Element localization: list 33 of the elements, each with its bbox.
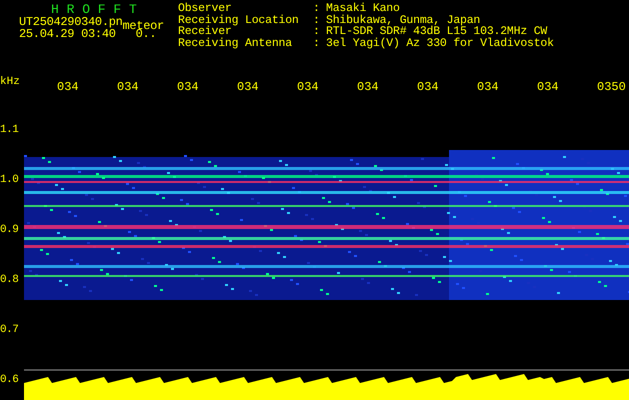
info-label: Receiving Location bbox=[178, 14, 300, 26]
time-label: 034 bbox=[57, 80, 79, 94]
date-time: 25.04.29 03:40 bbox=[19, 28, 116, 40]
counter-text: 0.. bbox=[136, 28, 156, 40]
time-label: 034 bbox=[537, 80, 559, 94]
time-label: 034 bbox=[357, 80, 379, 94]
separator-colon: : bbox=[313, 26, 321, 38]
info-label: Observer bbox=[178, 3, 232, 14]
info-value: Masaki Kano bbox=[326, 3, 401, 14]
time-label: 034 bbox=[417, 80, 439, 94]
time-label: 034 bbox=[177, 80, 199, 94]
frequency-label: 1.0 bbox=[0, 174, 18, 186]
frequency-label: 0.6 bbox=[0, 374, 18, 386]
time-label: 0350 bbox=[597, 80, 626, 94]
time-label: 034 bbox=[237, 80, 259, 94]
info-label: Receiving Antenna bbox=[178, 38, 293, 49]
file-name: UT2504290340.pn bbox=[19, 16, 123, 28]
unit-label: kHz bbox=[0, 76, 20, 88]
info-value: 3el Yagi(V) Az 330 for Vladivostok bbox=[326, 38, 554, 49]
separator-colon: : bbox=[313, 14, 321, 26]
info-value: Shibukawa, Gunma, Japan bbox=[326, 14, 480, 26]
app-title: H R O F F T bbox=[50, 3, 138, 16]
separator-colon: : bbox=[313, 38, 321, 49]
separator-colon: : bbox=[313, 3, 321, 14]
frequency-label: 0.7 bbox=[0, 324, 18, 336]
time-label: 034 bbox=[297, 80, 319, 94]
time-label: 034 bbox=[477, 80, 499, 94]
frequency-label: 1.1 bbox=[0, 124, 18, 136]
info-label: Receiver bbox=[178, 26, 232, 38]
time-label: 034 bbox=[117, 80, 139, 94]
frequency-label: 0.8 bbox=[0, 274, 18, 286]
frequency-label: 0.9 bbox=[0, 224, 18, 236]
info-value: RTL-SDR SDR# 43dB L15 103.2MHz CW bbox=[326, 26, 548, 38]
